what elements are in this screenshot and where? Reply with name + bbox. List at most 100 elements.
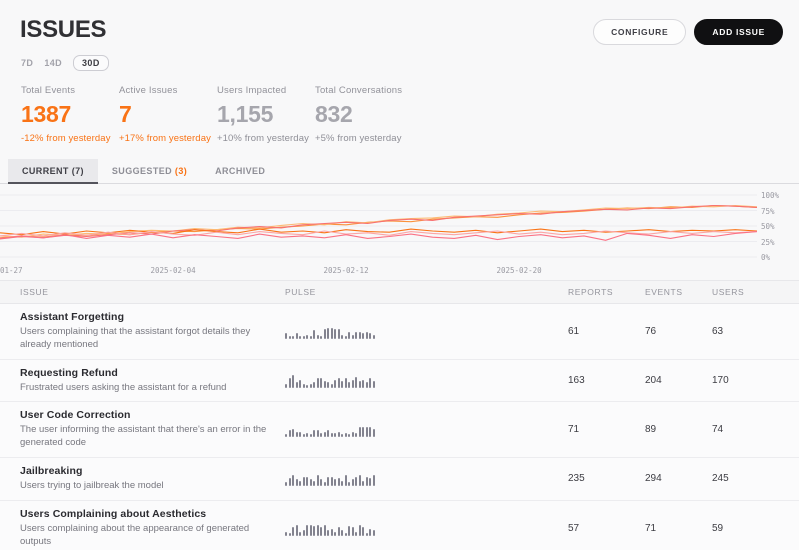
pulse-bar [337, 378, 340, 389]
pulse-bar [334, 433, 336, 438]
pulse-bar [355, 331, 357, 339]
pulse-bar [309, 336, 312, 339]
stat-value: 1387 [21, 101, 71, 127]
stat-card-3: Total Conversations 832 +5% from yesterday [315, 85, 413, 144]
pulse-bar [351, 527, 354, 536]
pulse-bar [327, 476, 329, 487]
issue-cell: Assistant Forgetting Users complaining th… [20, 311, 285, 352]
pulse-bar [355, 531, 357, 536]
pulse-bar [295, 524, 298, 536]
pulse-bar [365, 427, 368, 438]
pulse-bar [358, 427, 361, 438]
pulse-bar [292, 375, 294, 389]
pulse-bar [344, 336, 347, 339]
column-header-reports: REPORTS [568, 287, 614, 297]
pulse-bar [323, 431, 326, 438]
pulse-bar [288, 532, 291, 536]
configure-button[interactable]: CONFIGURE [593, 19, 687, 45]
time-range-option-30d[interactable]: 30D [73, 55, 109, 71]
pulse-bar [320, 336, 322, 339]
table-row[interactable]: Assistant Forgetting Users complaining th… [0, 304, 799, 360]
pulse-bar [327, 382, 329, 389]
stat-delta: +5% from yesterday [315, 133, 402, 144]
pulse-bar [309, 524, 312, 536]
users-value: 59 [712, 522, 724, 534]
events-value: 204 [645, 375, 662, 387]
pulse-sparkline [285, 422, 568, 438]
issue-description: The user informing the assistant that th… [20, 424, 267, 449]
time-range-option-7d[interactable]: 7D [21, 58, 33, 68]
pulse-bar [337, 329, 340, 339]
pulse-bar [299, 531, 301, 536]
pulse-bar [344, 378, 347, 389]
stat-label: Total Events [21, 85, 76, 96]
pulse-bar [334, 379, 336, 389]
pulse-bar [351, 431, 354, 438]
x-axis-tick-label: 2025-01-27 [0, 266, 23, 275]
issue-cell: Users Complaining about Aesthetics Users … [20, 508, 285, 549]
pulse-bar [292, 527, 294, 536]
issue-description: Users complaining about the appearance o… [20, 522, 250, 547]
pulse-bar [369, 478, 371, 487]
pulse-cell [285, 471, 568, 487]
issue-title: Users Complaining about Aesthetics [20, 507, 207, 520]
tab-suggested[interactable]: SUGGESTED (3) [98, 159, 201, 184]
pulse-bar [372, 334, 375, 339]
table-row[interactable]: User Code Correction The user informing t… [0, 402, 799, 459]
table-row[interactable]: Jailbreaking Users trying to jailbreak th… [0, 458, 799, 501]
pulse-bar [365, 382, 368, 389]
pulse-bar [316, 430, 319, 438]
pulse-sparkline [285, 373, 568, 389]
issues-table-header: ISSUE PULSE REPORTS EVENTS USERS [0, 280, 799, 304]
pulse-bar [292, 475, 294, 487]
pulse-bar [285, 383, 287, 389]
table-row[interactable]: Users Complaining about Aesthetics Users … [0, 500, 799, 550]
stat-label: Active Issues [119, 85, 178, 96]
pulse-bar [369, 427, 371, 438]
pulse-bar [323, 329, 326, 339]
chart-y-axis: 100% 75% 50% 25% 0% [761, 190, 791, 280]
events-value: 89 [645, 424, 657, 436]
tab-current[interactable]: CURRENT (7) [8, 159, 98, 184]
stat-delta: +17% from yesterday [119, 133, 211, 144]
pulse-bar [285, 333, 287, 339]
pulse-bar [285, 434, 287, 438]
pulse-bar [369, 378, 371, 389]
events-value: 76 [645, 325, 657, 337]
pulse-bar [330, 528, 333, 536]
pulse-cell [285, 521, 568, 536]
pulse-bar [299, 379, 301, 389]
pulse-bar [341, 434, 343, 438]
pulse-bar [355, 433, 357, 438]
pulse-bar [348, 382, 350, 389]
pulse-bar [351, 379, 354, 389]
pulse-bar [288, 378, 291, 389]
pulse-bar [337, 478, 340, 487]
issues-trend-chart[interactable]: 100%75%50%25%0% 2025-01-272025-02-042025… [0, 190, 799, 280]
pulse-cell [285, 373, 568, 389]
pulse-bar [316, 334, 319, 339]
pulse-bar [358, 331, 361, 339]
issue-cell: Requesting Refund Frustrated users asking… [20, 367, 285, 395]
chart-x-axis: 2025-01-27 2025-02-04 2025-02-12 2025-02-20 [0, 266, 757, 276]
pulse-bar [365, 476, 368, 487]
pulse-bar [327, 530, 329, 536]
reports-value: 235 [568, 473, 585, 485]
add-issue-button[interactable]: ADD ISSUE [694, 19, 783, 45]
table-row[interactable]: Requesting Refund Frustrated users asking… [0, 359, 799, 403]
pulse-bar [348, 331, 350, 339]
pulse-bar [302, 434, 305, 438]
pulse-bar [306, 385, 308, 389]
tab-archived[interactable]: ARCHIVED [201, 159, 279, 184]
column-header-issue: ISSUE [20, 287, 49, 297]
pulse-bar [285, 482, 287, 487]
stat-value: 7 [119, 101, 132, 127]
column-header-events: EVENTS [645, 287, 683, 297]
time-range-selector: 7D 14D 30D [0, 45, 799, 71]
pulse-bar [302, 476, 305, 487]
time-range-option-14d[interactable]: 14D [44, 58, 62, 68]
pulse-bar [299, 431, 301, 438]
header-actions: CONFIGURE ADD ISSUE [593, 19, 783, 45]
pulse-bar [302, 336, 305, 339]
issue-tabs: CURRENT (7) SUGGESTED (3) ARCHIVED [0, 158, 799, 184]
